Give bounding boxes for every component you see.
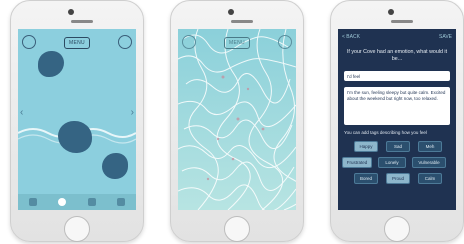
chevron-right-icon[interactable]: › bbox=[131, 107, 134, 118]
tags-caption: You can add tags describing how you feel bbox=[344, 130, 427, 135]
front-camera bbox=[388, 9, 394, 15]
tag-chip[interactable]: Frustrated bbox=[342, 157, 372, 168]
add-icon[interactable] bbox=[278, 35, 292, 49]
tab-lake[interactable] bbox=[58, 198, 67, 206]
menu-button[interactable]: MENU bbox=[64, 37, 90, 49]
tag-chip[interactable]: Meh bbox=[418, 141, 442, 152]
speaker-grille bbox=[231, 20, 253, 23]
phone-pattern-view: MENU bbox=[170, 0, 304, 242]
form-header: < BACK SAVE bbox=[342, 34, 452, 40]
phone-emotion-entry: < BACK SAVE If your Cove had an emotion,… bbox=[330, 0, 464, 242]
tab-stats[interactable] bbox=[87, 198, 96, 206]
home-button[interactable] bbox=[384, 216, 410, 242]
save-button[interactable]: SAVE bbox=[439, 34, 452, 40]
screen-emotion-form: < BACK SAVE If your Cove had an emotion,… bbox=[338, 29, 456, 210]
tag-chip[interactable]: Sad bbox=[386, 141, 410, 152]
phone-lake-view: MENU ‹ › bbox=[10, 0, 144, 242]
emotion-blob[interactable] bbox=[38, 51, 64, 77]
info-icon[interactable] bbox=[182, 35, 196, 49]
tag-chip[interactable]: Vulnerable bbox=[412, 157, 446, 168]
tab-home[interactable] bbox=[28, 198, 37, 206]
screen-pattern: MENU bbox=[178, 29, 296, 210]
chevron-left-icon[interactable]: ‹ bbox=[20, 107, 23, 118]
speaker-grille bbox=[391, 20, 413, 23]
screen-lake: MENU ‹ › bbox=[18, 29, 136, 210]
tab-bar bbox=[18, 194, 136, 210]
tag-chip[interactable]: Proud bbox=[386, 173, 410, 184]
network-pattern bbox=[178, 29, 296, 210]
emotion-blob[interactable] bbox=[58, 121, 92, 153]
emotion-prompt: If your Cove had an emotion, what would … bbox=[346, 49, 448, 62]
home-button[interactable] bbox=[64, 216, 90, 242]
emotion-blob[interactable] bbox=[102, 153, 128, 179]
menu-button[interactable]: MENU bbox=[224, 37, 250, 49]
tag-chip[interactable]: Bored bbox=[354, 173, 378, 184]
back-button[interactable]: < BACK bbox=[342, 34, 360, 40]
tag-chip[interactable]: Happy bbox=[354, 141, 378, 152]
front-camera bbox=[68, 9, 74, 15]
tag-chip[interactable]: Calm bbox=[418, 173, 442, 184]
emotion-description-textarea[interactable]: I'm the sun, feeling sleepy but quite ca… bbox=[344, 87, 450, 125]
tab-profile[interactable] bbox=[117, 198, 126, 206]
front-camera bbox=[228, 9, 234, 15]
tag-chip[interactable]: Lonely bbox=[378, 157, 406, 168]
speaker-grille bbox=[71, 20, 93, 23]
emotion-input[interactable]: I'd feel bbox=[344, 71, 450, 81]
info-icon[interactable] bbox=[22, 35, 36, 49]
add-icon[interactable] bbox=[118, 35, 132, 49]
home-button[interactable] bbox=[224, 216, 250, 242]
